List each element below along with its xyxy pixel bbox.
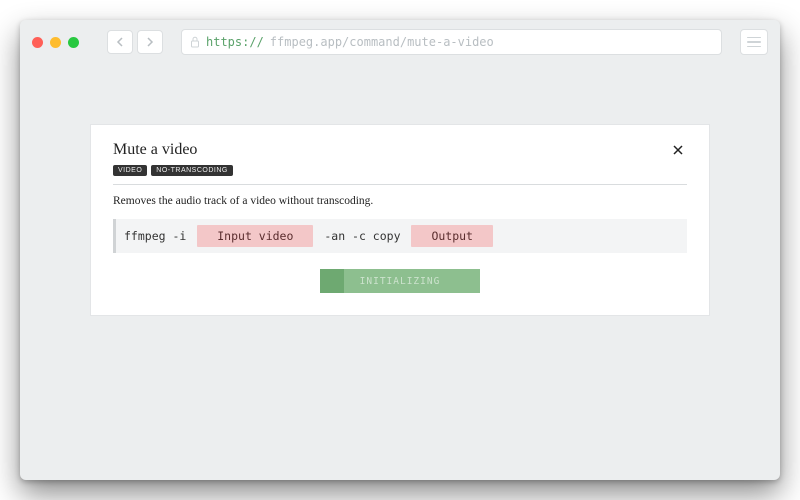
url-scheme: https:// bbox=[206, 35, 264, 49]
minimize-window-icon[interactable] bbox=[50, 37, 61, 48]
input-video-slot[interactable]: Input video bbox=[197, 225, 313, 247]
nav-buttons bbox=[107, 30, 163, 54]
tag-no-transcoding: NO-TRANSCODING bbox=[151, 165, 233, 176]
command-middle: -an -c copy bbox=[317, 229, 407, 243]
initializing-button[interactable]: INITIALIZING bbox=[320, 269, 480, 293]
hamburger-menu-button[interactable] bbox=[740, 29, 768, 55]
divider bbox=[113, 184, 687, 185]
output-slot[interactable]: Output bbox=[411, 225, 493, 247]
browser-toolbar: https:// ffmpeg.app/command/mute-a-video bbox=[20, 20, 780, 64]
url-bar[interactable]: https:// ffmpeg.app/command/mute-a-video bbox=[181, 29, 722, 55]
tag-list: VIDEO NO-TRANSCODING bbox=[113, 165, 233, 176]
command-box: ffmpeg -i Input video -an -c copy Output bbox=[113, 219, 687, 253]
progress-fill bbox=[320, 269, 344, 293]
command-card: Mute a video VIDEO NO-TRANSCODING Remove… bbox=[90, 124, 710, 316]
close-window-icon[interactable] bbox=[32, 37, 43, 48]
forward-button[interactable] bbox=[137, 30, 163, 54]
back-button[interactable] bbox=[107, 30, 133, 54]
close-card-button[interactable] bbox=[669, 141, 687, 163]
tag-video: VIDEO bbox=[113, 165, 147, 176]
card-header: Mute a video VIDEO NO-TRANSCODING bbox=[113, 141, 687, 184]
command-prefix: ffmpeg -i bbox=[124, 229, 193, 243]
maximize-window-icon[interactable] bbox=[68, 37, 79, 48]
card-title: Mute a video bbox=[113, 141, 233, 159]
lock-icon bbox=[190, 36, 200, 48]
url-path: ffmpeg.app/command/mute-a-video bbox=[270, 35, 494, 49]
window-controls bbox=[32, 37, 79, 48]
initializing-label: INITIALIZING bbox=[360, 276, 441, 287]
card-title-block: Mute a video VIDEO NO-TRANSCODING bbox=[113, 141, 233, 184]
page-content: Mute a video VIDEO NO-TRANSCODING Remove… bbox=[20, 64, 780, 480]
card-description: Removes the audio track of a video witho… bbox=[113, 195, 687, 207]
browser-window: https://ffmpeg.app/command/mute-a-video … bbox=[20, 20, 780, 480]
action-row: INITIALIZING bbox=[113, 269, 687, 293]
